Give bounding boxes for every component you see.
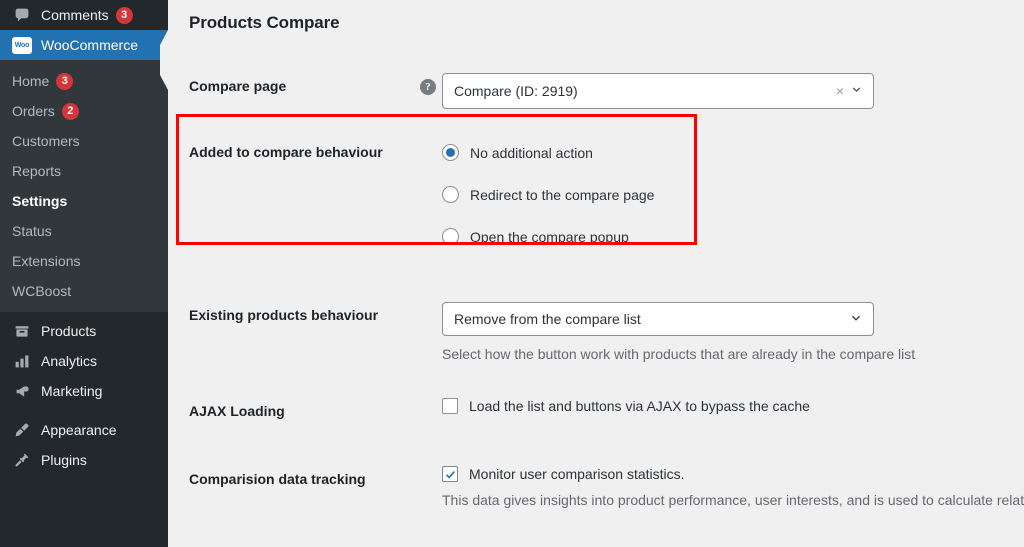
setting-row-added-behaviour: Added to compare behaviour No additional… [189, 139, 1024, 250]
radio-icon[interactable] [442, 186, 459, 203]
radio-option-label: Open the compare popup [470, 228, 629, 245]
comments-icon [11, 5, 33, 25]
submenu-item-customers[interactable]: Customers [0, 126, 168, 156]
setting-row-compare-page: Compare page ? Compare (ID: 2919) × [189, 73, 1024, 109]
submenu-item-label: Reports [12, 163, 62, 179]
sidebar-item-label: WooCommerce [41, 37, 138, 53]
comments-count-badge: 3 [115, 6, 133, 24]
home-count-badge: 3 [56, 72, 74, 90]
sidebar-separator [0, 406, 168, 415]
woo-badge-label: Woo [12, 36, 32, 54]
orders-count-badge: 2 [61, 102, 79, 120]
data-tracking-checkbox-row[interactable]: Monitor user comparison statistics. [442, 466, 1024, 483]
data-tracking-option-label: Monitor user comparison statistics. [469, 466, 685, 483]
existing-behaviour-value: Remove from the compare list [454, 311, 641, 327]
added-behaviour-radio-group: No additional action Redirect to the com… [442, 139, 1024, 250]
sidebar-item-label: Plugins [41, 452, 87, 468]
existing-behaviour-label: Existing products behaviour [189, 307, 379, 323]
clear-icon[interactable]: × [830, 83, 850, 99]
radio-option-open-compare-popup[interactable]: Open the compare popup [442, 223, 1024, 250]
woocommerce-submenu: Home 3 Orders 2 Customers Reports Settin… [0, 60, 168, 312]
sidebar-item-plugins[interactable]: Plugins [0, 445, 168, 475]
data-tracking-label: Comparision data tracking [189, 471, 366, 488]
checkbox-icon[interactable] [442, 466, 458, 483]
existing-behaviour-select[interactable]: Remove from the compare list [442, 302, 874, 336]
sidebar-item-label: Appearance [41, 422, 117, 438]
data-tracking-field: Monitor user comparison statistics. This… [442, 466, 1024, 512]
existing-behaviour-field: Remove from the compare list Select how … [442, 302, 1024, 366]
radio-option-no-additional-action[interactable]: No additional action [442, 139, 1024, 166]
chevron-down-icon[interactable] [850, 83, 865, 99]
chevron-down-icon [849, 311, 863, 328]
marketing-icon [11, 381, 33, 401]
setting-row-existing-behaviour: Existing products behaviour Remove from … [189, 302, 1024, 366]
products-icon [11, 321, 33, 341]
submenu-item-extensions[interactable]: Extensions [0, 246, 168, 276]
sidebar-item-woocommerce[interactable]: Woo WooCommerce [0, 30, 168, 90]
submenu-item-label: Home [12, 73, 50, 89]
sidebar-item-marketing[interactable]: Marketing [0, 376, 168, 406]
submenu-item-label: Customers [12, 133, 80, 149]
submenu-item-label: Orders [12, 103, 55, 119]
radio-icon[interactable] [442, 228, 459, 245]
submenu-item-settings[interactable]: Settings [0, 186, 168, 216]
submenu-item-status[interactable]: Status [0, 216, 168, 246]
sidebar-item-analytics[interactable]: Analytics [0, 346, 168, 376]
compare-page-value: Compare (ID: 2919) [454, 83, 578, 99]
sidebar-item-label: Analytics [41, 353, 98, 369]
radio-icon[interactable] [442, 144, 459, 161]
sidebar-item-label: Comments [41, 7, 109, 23]
page-title: Products Compare [189, 13, 340, 32]
radio-option-redirect-compare-page[interactable]: Redirect to the compare page [442, 181, 1024, 208]
compare-page-label: Compare page [189, 78, 287, 94]
settings-content: Products Compare Compare page ? Compare … [168, 0, 1024, 547]
woocommerce-icon: Woo [11, 35, 33, 55]
checkbox-icon[interactable] [442, 397, 458, 414]
sidebar-item-appearance[interactable]: Appearance [0, 415, 168, 445]
submenu-item-label: Extensions [12, 253, 81, 269]
wordpress-admin-screen: Comments 3 Woo WooCommerce Home 3 Orders… [0, 0, 1024, 547]
radio-option-label: Redirect to the compare page [470, 186, 655, 203]
ajax-loading-option-label: Load the list and buttons via AJAX to by… [469, 397, 810, 414]
submenu-item-home[interactable]: Home 3 [0, 66, 168, 96]
compare-page-field: ? Compare (ID: 2919) × [420, 73, 1024, 109]
submenu-item-label: WCBoost [12, 283, 72, 299]
plugins-icon [11, 450, 33, 470]
appearance-icon [11, 420, 33, 440]
compare-page-select[interactable]: Compare (ID: 2919) × [442, 73, 874, 109]
submenu-item-orders[interactable]: Orders 2 [0, 96, 168, 126]
analytics-icon [11, 351, 33, 371]
ajax-loading-label: AJAX Loading [189, 402, 285, 419]
added-behaviour-label: Added to compare behaviour [189, 144, 383, 160]
existing-behaviour-description: Select how the button work with products… [442, 346, 916, 362]
sidebar-item-label: Products [41, 323, 97, 339]
ajax-loading-checkbox-row[interactable]: Load the list and buttons via AJAX to by… [442, 397, 1024, 414]
help-icon[interactable]: ? [420, 79, 436, 95]
submenu-item-reports[interactable]: Reports [0, 156, 168, 186]
setting-row-data-tracking: Comparision data tracking Monitor user c… [189, 466, 1024, 512]
admin-sidebar: Comments 3 Woo WooCommerce Home 3 Orders… [0, 0, 168, 547]
submenu-item-label: Settings [12, 193, 68, 209]
submenu-item-label: Status [12, 223, 52, 239]
submenu-item-wcboost[interactable]: WCBoost [0, 276, 168, 306]
setting-row-ajax-loading: AJAX Loading Load the list and buttons v… [189, 397, 1024, 422]
radio-option-label: No additional action [470, 144, 593, 161]
ajax-loading-field: Load the list and buttons via AJAX to by… [442, 397, 1024, 414]
data-tracking-description: This data gives insights into product pe… [442, 492, 1024, 509]
sidebar-item-products[interactable]: Products [0, 316, 168, 346]
sidebar-item-label: Marketing [41, 383, 103, 399]
sidebar-item-comments[interactable]: Comments 3 [0, 0, 168, 30]
